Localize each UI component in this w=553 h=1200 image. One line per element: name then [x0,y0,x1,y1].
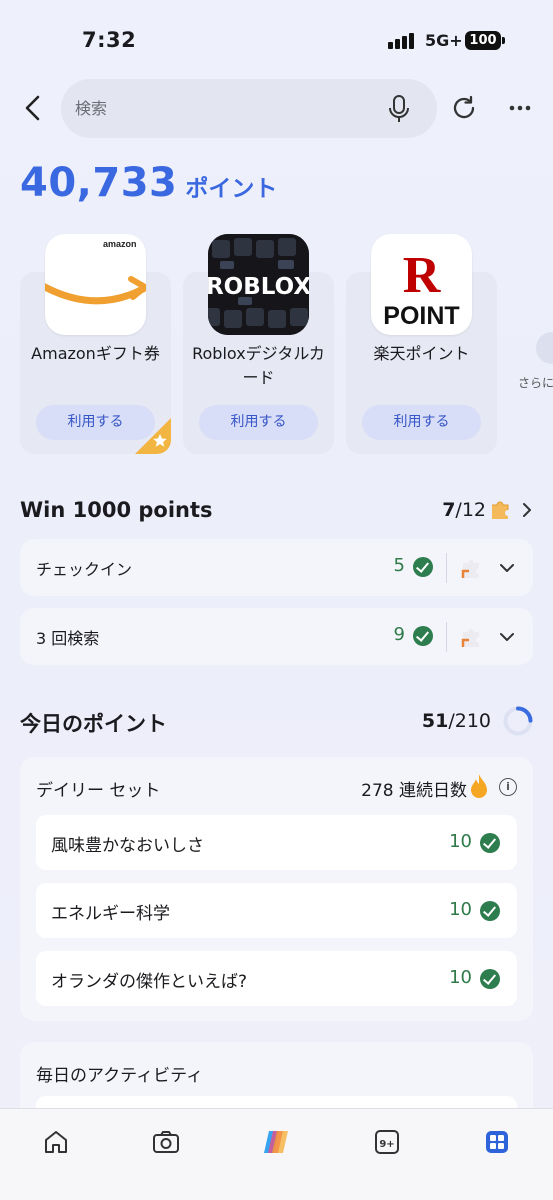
today-total: /210 [448,710,491,732]
chevron-down-icon[interactable] [499,628,515,641]
daily-set-title: デイリー セット [36,781,161,801]
bottom-nav: 9+ [0,1108,553,1200]
task-label: 3 回検索 [36,629,100,648]
reward-title: Robloxデジタルカード [192,344,325,387]
search-input[interactable] [75,93,375,123]
rakuten-logo: R POINT [371,234,472,335]
win-progress-total: /12 [455,499,486,521]
network-label: 5G+ [425,31,463,50]
back-icon[interactable] [20,92,48,124]
rakuten-logo-r: R [403,247,442,304]
today-current: 51 [421,710,449,732]
daily-item[interactable]: 風味豊かなおいしさ 10 [36,815,517,870]
signal-icon [388,33,420,49]
daily-item-value: 10 [449,967,472,988]
puzzle-icon [459,624,485,650]
check-icon [413,557,433,577]
points-value: 40,733 [20,160,178,206]
daily-set-card: デイリー セット 278 連続日数 i 風味豊かなおいしさ 10 エネルギー科学… [20,757,533,1021]
divider [446,622,447,652]
apps-icon[interactable] [482,1127,512,1157]
svg-text:9+: 9+ [379,1139,394,1150]
task-row-search[interactable]: 3 回検索 9 [20,608,533,665]
check-icon [413,626,433,646]
daily-item-value: 10 [449,831,472,852]
points-balance: 40,733 ポイント [20,160,277,206]
status-bar: 7:32 5G+ 100 [0,0,553,80]
daily-item-label: 風味豊かなおいしさ [51,836,204,856]
rakuten-logo-point: POINT [383,302,459,330]
daily-item-label: エネルギー科学 [51,904,170,924]
task-value: 9 [393,624,405,645]
check-icon [480,969,500,989]
reward-card-roblox[interactable]: ROBLOX Robloxデジタルカード 利用する [183,234,334,454]
reward-card-rakuten[interactable]: R POINT 楽天ポイント 利用する [346,234,497,454]
task-value: 5 [393,555,405,576]
search-bar[interactable] [61,79,437,138]
home-icon[interactable] [41,1127,71,1157]
roblox-logo-text: ROBLOX [208,274,309,300]
roblox-logo: ROBLOX [208,234,309,335]
puzzle-icon [489,498,513,522]
daily-item-value: 10 [449,899,472,920]
win-progress-current: 7 [442,499,456,521]
copilot-icon[interactable] [261,1127,291,1157]
refresh-icon[interactable] [450,94,478,122]
daily-item[interactable]: エネルギー科学 10 [36,883,517,938]
more-icon[interactable] [506,96,534,120]
redeem-button[interactable]: 利用する [199,405,318,440]
today-section-title: 今日のポイント [20,712,167,736]
reward-title: Amazonギフト券 [31,344,160,363]
redeem-button[interactable]: 利用する [362,405,481,440]
progress-ring [502,705,534,737]
divider [446,553,447,583]
amazon-logo-text: amazon [103,239,137,249]
info-icon[interactable]: i [499,778,517,796]
check-icon [480,833,500,853]
battery-icon: 100 [465,31,505,50]
mic-icon[interactable] [387,94,411,124]
task-row-checkin[interactable]: チェックイン 5 [20,539,533,596]
puzzle-icon [459,555,485,581]
chevron-right-icon[interactable] [536,332,553,364]
more-rewards-label: さらに [518,376,553,390]
chevron-down-icon[interactable] [499,559,515,572]
win-section-title: Win 1000 points [20,498,213,522]
camera-icon[interactable] [151,1127,181,1157]
tabs-icon[interactable]: 9+ [372,1127,402,1157]
daily-activity-title: 毎日のアクティビティ [36,1066,204,1086]
reward-card-amazon[interactable]: amazon Amazonギフト券 利用する [20,234,171,454]
flame-icon [469,773,489,799]
amazon-logo: amazon [45,234,146,335]
status-time: 7:32 [82,28,137,52]
today-progress: 51 /210 [422,710,491,732]
win-progress[interactable]: 7 /12 [442,498,533,522]
task-label: チェックイン [36,560,133,579]
star-badge-icon [135,418,171,454]
check-icon [480,901,500,921]
daily-item-label: オランダの傑作といえば? [51,972,248,992]
daily-item[interactable]: オランダの傑作といえば? 10 [36,951,517,1006]
reward-title: 楽天ポイント [373,344,470,363]
streak-count: 278 連続日数 [361,781,467,801]
points-unit: ポイント [185,176,278,202]
chevron-right-icon[interactable] [521,501,533,519]
